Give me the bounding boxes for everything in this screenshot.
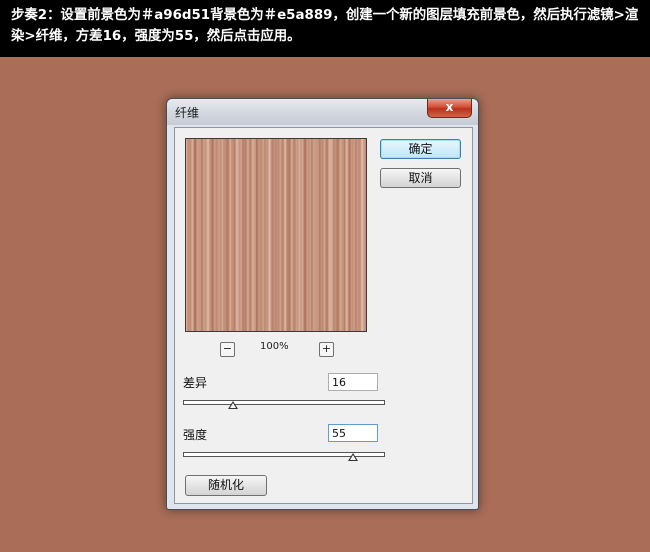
fibers-preview[interactable]	[185, 138, 367, 332]
fibers-dialog: 纤维 x − 100% + 确定 取消 差异 16 强度 55 随机化	[166, 98, 479, 510]
close-icon: x	[445, 100, 454, 114]
zoom-level: 100%	[260, 341, 289, 352]
minus-icon: −	[222, 342, 233, 355]
variance-input[interactable]: 16	[328, 373, 378, 391]
strength-label: 强度	[183, 428, 208, 442]
dialog-content: − 100% + 确定 取消 差异 16 强度 55 随机化	[174, 127, 473, 504]
cancel-button[interactable]: 取消	[380, 168, 461, 188]
strength-input[interactable]: 55	[328, 424, 378, 442]
instruction-bar: 步奏2：设置前景色为＃a96d51背景色为＃e5a889，创建一个新的图层填充前…	[0, 0, 650, 57]
dialog-title: 纤维	[175, 106, 200, 120]
randomize-button[interactable]: 随机化	[185, 475, 267, 496]
instruction-text: 步奏2：设置前景色为＃a96d51背景色为＃e5a889，创建一个新的图层填充前…	[11, 8, 639, 44]
zoom-out-button[interactable]: −	[220, 342, 235, 357]
ok-button[interactable]: 确定	[380, 139, 461, 159]
plus-icon: +	[321, 342, 332, 355]
dialog-titlebar[interactable]: 纤维 x	[167, 99, 478, 125]
variance-label: 差异	[183, 376, 208, 390]
variance-slider-track[interactable]	[183, 400, 385, 405]
zoom-in-button[interactable]: +	[319, 342, 334, 357]
close-button[interactable]: x	[427, 99, 472, 118]
variance-slider-thumb[interactable]	[228, 401, 238, 409]
strength-slider-thumb[interactable]	[348, 453, 358, 461]
